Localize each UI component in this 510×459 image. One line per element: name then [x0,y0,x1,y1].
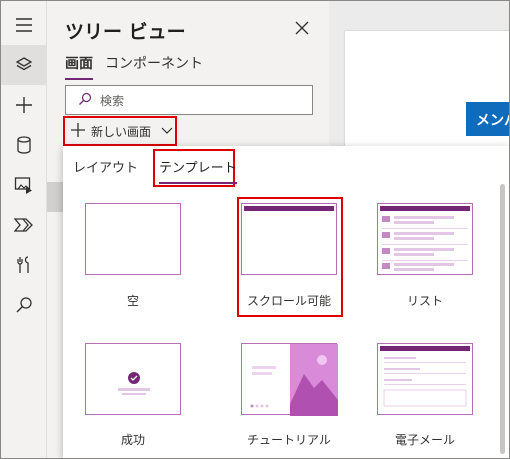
template-blank[interactable]: 空 [73,203,193,308]
tab-components[interactable]: コンポーネント [105,53,203,80]
tree-view-tabs: 画面 コンポーネント [65,53,203,80]
tree-view-title: ツリー ビュー [65,21,186,43]
database-icon[interactable] [1,125,47,165]
canvas-header-label: メンバ [466,102,509,136]
template-list[interactable]: リスト [365,203,485,308]
template-tutorial[interactable]: チュートリアル [229,343,349,447]
tutorial-template-thumbnail [241,343,338,416]
scrollable-template-thumbnail [241,203,337,275]
template-scrollable[interactable]: スクロール可能 [229,203,349,308]
template-blank-label: 空 [126,294,139,308]
template-scrollable-label: スクロール可能 [246,294,331,308]
tab-layout[interactable]: レイアウト [73,156,138,176]
search-icon [78,92,92,109]
template-list-label: リスト [406,294,443,308]
tools-icon[interactable] [1,245,47,285]
search-placeholder: 検索 [100,93,125,108]
template-email[interactable]: 電子メール [365,343,485,447]
new-screen-button[interactable]: 新しい画面 [63,116,177,146]
flyout-scrollbar[interactable] [500,184,505,454]
power-automate-icon[interactable] [1,205,47,245]
media-icon[interactable] [1,165,47,205]
flyout-tabs: レイアウト [73,156,138,176]
hamburger-icon[interactable] [1,5,47,45]
tab-template[interactable]: テンプレート [159,157,237,184]
list-template-thumbnail [377,203,473,275]
template-success-label: 成功 [120,433,145,447]
app-window: ツリー ビュー 画面 コンポーネント 検索 新しい画面 メンバ [0,0,510,459]
left-rail [1,1,47,458]
success-template-thumbnail [85,343,181,415]
template-tutorial-label: チュートリアル [247,433,331,447]
blank-template-thumbnail [85,203,181,275]
layers-icon[interactable] [1,45,47,85]
tab-screens[interactable]: 画面 [65,53,93,80]
plus-icon [71,122,85,140]
email-template-thumbnail [377,343,473,415]
template-email-label: 電子メール [394,433,455,447]
search-input[interactable]: 検索 [65,85,313,115]
plus-icon[interactable] [1,85,47,125]
template-success[interactable]: 成功 [73,343,193,447]
new-screen-label: 新しい画面 [91,124,152,139]
search-icon[interactable] [1,285,47,325]
chevron-down-icon [161,124,173,138]
new-screen-flyout: レイアウト テンプレート 空 スクロール可能 リスト 成功 チュートリアル 電子… [63,146,509,458]
close-icon[interactable] [293,19,311,37]
